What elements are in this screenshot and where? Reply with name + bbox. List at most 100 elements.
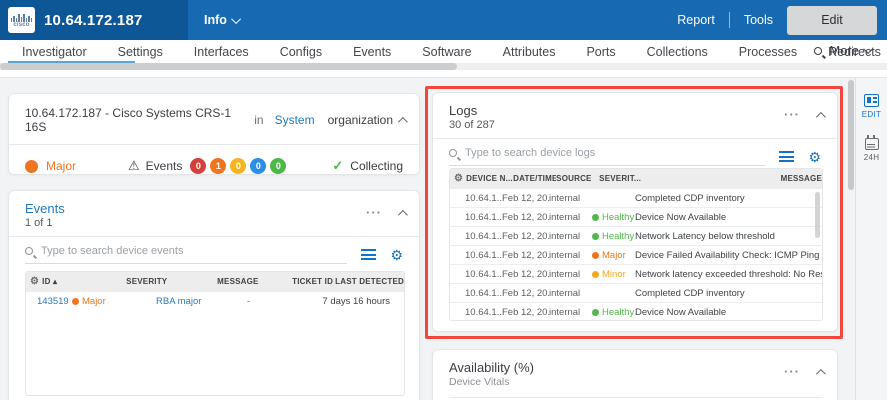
- column-header[interactable]: SEVERIT...: [599, 174, 780, 183]
- event-count-badge[interactable]: 0: [230, 158, 247, 174]
- event-count-badge[interactable]: 0: [250, 158, 267, 174]
- events-panel-title[interactable]: Events: [25, 201, 65, 216]
- log-device: 10.64.1...: [465, 211, 502, 223]
- events-count: 1 of 1: [25, 217, 53, 229]
- table-row[interactable]: 10.64.1... Feb 12, 20... internal Health…: [450, 207, 822, 226]
- column-settings-icon[interactable]: ⚙: [30, 276, 39, 287]
- logs-panel: Logs 30 of 287 ··· ⚙ ⚙ DEVICE N...DATE/T…: [432, 92, 838, 332]
- event-count-badges: 0 1 0 0 0: [190, 158, 287, 174]
- tab-item[interactable]: Configs: [278, 40, 324, 63]
- time-range-button[interactable]: 24H: [856, 135, 887, 162]
- filter-list-icon[interactable]: [361, 249, 377, 260]
- collapse-panel-button[interactable]: [815, 106, 826, 124]
- horizontal-scrollbar-thumb[interactable]: [0, 63, 457, 70]
- tools-button[interactable]: Tools: [744, 13, 773, 27]
- logs-count: 30 of 287: [449, 119, 495, 131]
- search-icon: [814, 46, 823, 55]
- logs-scrollbar-thumb[interactable]: [815, 192, 820, 238]
- log-severity: Healthy: [602, 211, 635, 223]
- report-button[interactable]: Report: [677, 13, 715, 27]
- log-device: 10.64.1...: [465, 268, 502, 280]
- table-row[interactable]: 143519 Major RBA major - 7 days 16 hours: [26, 291, 404, 310]
- edit-button[interactable]: Edit: [787, 5, 877, 35]
- log-message: Device Now Available: [635, 211, 727, 223]
- table-row[interactable]: 10.64.1... Feb 12, 20... internal Major …: [450, 245, 822, 264]
- log-device: 10.64.1...: [465, 192, 502, 204]
- log-severity: Healthy: [602, 306, 635, 318]
- log-message: Device Now Available: [635, 306, 727, 318]
- collecting-status: Collecting: [350, 159, 403, 173]
- more-options-icon[interactable]: ···: [366, 206, 382, 219]
- search-icon: [25, 247, 33, 255]
- horizontal-scrollbar[interactable]: [0, 63, 887, 70]
- collapse-panel-button[interactable]: [815, 363, 826, 381]
- severity-dot-icon: [592, 213, 599, 221]
- log-severity: Minor: [602, 268, 626, 280]
- availability-panel: Availability (%) Device Vitals ···: [432, 349, 838, 400]
- tab-item[interactable]: Interfaces: [192, 40, 251, 63]
- column-header[interactable]: MESSAGE: [781, 174, 822, 183]
- edit-layout-button[interactable]: EDIT: [856, 94, 887, 119]
- vertical-scrollbar-thumb[interactable]: [848, 80, 854, 190]
- availability-panel-subtitle: Device Vitals: [449, 376, 510, 388]
- column-header[interactable]: DATE/TIME...: [513, 174, 556, 183]
- more-options-icon[interactable]: ···: [784, 365, 800, 378]
- events-table-body: 143519 Major RBA major - 7 days 16 hours: [26, 291, 404, 310]
- column-header[interactable]: ID ▴: [42, 277, 126, 286]
- filter-list-icon[interactable]: [779, 151, 795, 162]
- event-count-badge[interactable]: 0: [190, 158, 207, 174]
- check-icon: ✓: [332, 158, 344, 173]
- grid-settings-icon[interactable]: ⚙: [808, 150, 821, 164]
- divider: [449, 397, 823, 398]
- event-id-link[interactable]: 143519: [37, 296, 72, 307]
- table-row[interactable]: 10.64.1... Feb 12, 20... internal Minor …: [450, 264, 822, 283]
- event-count-badge[interactable]: 0: [270, 158, 287, 174]
- device-title: 10.64.172.187 - Cisco Systems CRS-1 16S: [25, 106, 232, 134]
- table-row[interactable]: 10.64.1... Feb 12, 20... internal Health…: [450, 302, 822, 320]
- column-header[interactable]: DEVICE N...: [466, 174, 513, 183]
- tab-item[interactable]: Investigator: [8, 40, 135, 63]
- collapse-panel-button[interactable]: [397, 204, 408, 222]
- table-row[interactable]: 10.64.1... Feb 12, 20... internal Health…: [450, 226, 822, 245]
- table-row[interactable]: 10.64.1... Feb 12, 20... internal Comple…: [450, 188, 822, 207]
- log-datetime: Feb 12, 20...: [502, 230, 549, 242]
- logs-search-input[interactable]: [465, 147, 766, 159]
- logs-table-body: 10.64.1... Feb 12, 20... internal Comple…: [450, 188, 822, 320]
- log-message: Network Latency below threshold: [635, 230, 775, 242]
- severity-dot-icon: [25, 159, 38, 173]
- log-source: internal: [549, 192, 581, 204]
- event-count-badge[interactable]: 1: [210, 158, 227, 174]
- column-header[interactable]: MESSAGE: [217, 277, 292, 286]
- tab-item[interactable]: Events: [351, 40, 393, 63]
- events-label: Events: [145, 159, 183, 173]
- more-options-icon[interactable]: ···: [784, 108, 800, 121]
- log-message: Completed CDP inventory: [635, 192, 745, 204]
- events-search-input[interactable]: [41, 245, 348, 257]
- column-header[interactable]: SOURCE: [556, 174, 599, 183]
- tab-item[interactable]: Processes: [737, 40, 799, 63]
- tab-item[interactable]: Software: [420, 40, 473, 63]
- column-header[interactable]: LAST DETECTED: [335, 277, 404, 286]
- more-tabs-dropdown[interactable]: More: [814, 43, 874, 58]
- log-device: 10.64.1...: [465, 306, 502, 318]
- event-message-link[interactable]: RBA major: [156, 296, 247, 307]
- collapse-panel-button[interactable]: [397, 113, 408, 127]
- tab-item[interactable]: Collections: [645, 40, 710, 63]
- column-header[interactable]: SEVERITY: [126, 277, 217, 286]
- logs-panel-title: Logs: [449, 103, 478, 118]
- log-message: Device Failed Availability Check: ICMP P…: [635, 249, 820, 261]
- grid-settings-icon[interactable]: ⚙: [390, 248, 403, 262]
- organization-link[interactable]: System: [275, 113, 315, 127]
- column-header[interactable]: TICKET ID: [292, 277, 335, 286]
- tab-item[interactable]: Settings: [116, 40, 165, 63]
- column-settings-icon[interactable]: ⚙: [454, 173, 463, 184]
- tab-item[interactable]: Attributes: [501, 40, 558, 63]
- log-source: internal: [549, 306, 581, 318]
- tab-item[interactable]: Ports: [584, 40, 617, 63]
- table-row[interactable]: 10.64.1... Feb 12, 20... internal Comple…: [450, 283, 822, 302]
- info-dropdown[interactable]: Info: [204, 13, 241, 27]
- log-datetime: Feb 12, 20...: [502, 249, 549, 261]
- log-device: 10.64.1...: [465, 230, 502, 242]
- logs-table: ⚙ DEVICE N...DATE/TIME...SOURCESEVERIT..…: [449, 168, 823, 321]
- layout-grid-icon: [864, 94, 879, 107]
